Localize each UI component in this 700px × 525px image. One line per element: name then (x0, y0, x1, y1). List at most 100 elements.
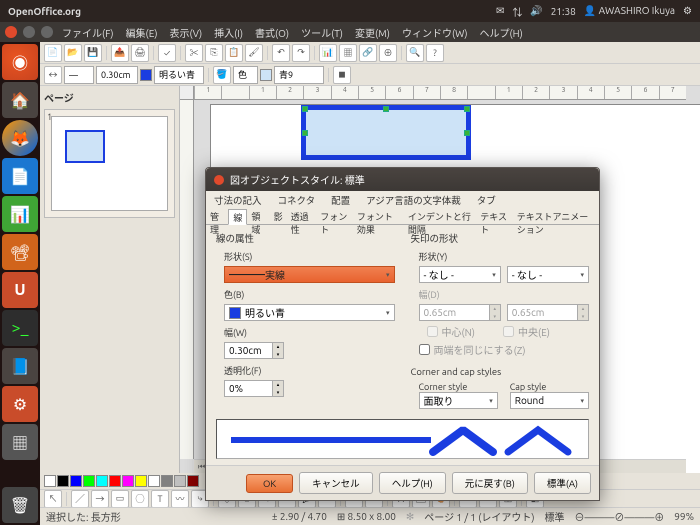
color-swatch[interactable] (122, 475, 134, 487)
tab-tab[interactable]: タブ (469, 191, 504, 209)
zoom-slider[interactable]: ⊖———⊘———⊕ (575, 509, 665, 524)
color-swatch[interactable] (148, 475, 160, 487)
help-icon[interactable]: ? (426, 44, 444, 62)
color-swatch[interactable] (174, 475, 186, 487)
dialog-titlebar[interactable]: 図オブジェクトスタイル: 標準 (206, 168, 599, 191)
tab-fonteff[interactable]: フォント効果 (353, 209, 404, 224)
user-label[interactable]: 👤 AWASHIRO Ikuya (584, 5, 675, 17)
open-icon[interactable]: 📂 (64, 44, 82, 62)
menu-help[interactable]: ヘルプ(H) (476, 23, 527, 42)
standard-button[interactable]: 標準(A) (534, 472, 591, 494)
dash-icon[interactable]: ◉ (2, 44, 38, 80)
tab-admin[interactable]: 管理 (206, 209, 228, 224)
ellipse-icon[interactable]: ◯ (131, 490, 149, 508)
line-width-spinner[interactable]: 0.30cm (96, 66, 138, 84)
firefox-icon[interactable]: 🦊 (2, 120, 38, 156)
software-icon[interactable]: U (2, 272, 38, 308)
tab-font[interactable]: フォント (316, 209, 353, 224)
fill-icon[interactable]: 🪣 (213, 66, 231, 84)
writer-icon[interactable]: 📄 (2, 158, 38, 194)
mail-icon[interactable]: ✉ (496, 5, 504, 17)
text-icon[interactable]: T (151, 490, 169, 508)
menu-window[interactable]: ウィンドウ(W) (398, 23, 472, 42)
tab-text[interactable]: テキスト (476, 209, 512, 224)
tab-dimension[interactable]: 寸法の記入 (206, 191, 270, 209)
volume-icon[interactable]: 🔊 (530, 5, 542, 17)
redo-icon[interactable]: ↷ (292, 44, 310, 62)
cancel-button[interactable]: キャンセル (299, 472, 373, 494)
nav-icon[interactable]: ⊕ (379, 44, 397, 62)
tab-line[interactable]: 線 (228, 209, 247, 225)
line-style-combo[interactable]: — (64, 66, 94, 84)
color-swatch[interactable] (44, 475, 56, 487)
home-icon[interactable]: 🏠 (2, 82, 38, 118)
line-width-spinner[interactable]: 0.30cm▴▾ (224, 342, 284, 359)
window-min-icon[interactable] (22, 25, 36, 39)
color-swatch[interactable] (109, 475, 121, 487)
menu-file[interactable]: ファイル(F) (58, 23, 118, 42)
arrow-icon[interactable]: ↔ (44, 66, 62, 84)
color-swatch[interactable] (161, 475, 173, 487)
gear-icon[interactable]: ⚙ (683, 5, 692, 17)
ok-button[interactable]: OK (246, 474, 293, 493)
tab-align[interactable]: 配置 (323, 191, 358, 209)
curve-icon[interactable]: 〰 (171, 490, 189, 508)
close-icon[interactable] (214, 175, 224, 185)
app-icon[interactable]: 📘 (2, 348, 38, 384)
export-icon[interactable]: 📤 (111, 44, 129, 62)
line-style-combo[interactable]: ━━━━ 実線▾ (224, 266, 395, 283)
menu-edit[interactable]: 編集(E) (122, 23, 162, 42)
save-icon[interactable]: 💾 (84, 44, 102, 62)
menu-view[interactable]: 表示(V) (165, 23, 206, 42)
help-button[interactable]: ヘルプ(H) (379, 472, 446, 494)
copy-icon[interactable]: ⎘ (205, 44, 223, 62)
cap-style-combo[interactable]: Round▾ (510, 392, 589, 409)
color-swatch[interactable] (187, 475, 199, 487)
terminal-icon[interactable]: >_ (2, 310, 38, 346)
line-color-combo[interactable]: 明るい青▾ (224, 304, 395, 321)
hyperlink-icon[interactable]: 🔗 (359, 44, 377, 62)
color-swatch[interactable] (57, 475, 69, 487)
zoom-icon[interactable]: 🔍 (406, 44, 424, 62)
tab-textanim[interactable]: テキストアニメーション (513, 209, 599, 224)
rect-icon[interactable]: ▭ (111, 490, 129, 508)
table-icon[interactable]: ▦ (339, 44, 357, 62)
corner-style-combo[interactable]: 面取り▾ (419, 392, 498, 409)
fill-color-combo[interactable]: 青9 (274, 66, 324, 84)
color-swatch[interactable] (135, 475, 147, 487)
tab-connector[interactable]: コネクタ (270, 191, 324, 209)
window-max-icon[interactable] (40, 25, 54, 39)
network-icon[interactable]: ⇅ (512, 4, 522, 19)
impress-icon[interactable]: 📽 (2, 234, 38, 270)
menu-insert[interactable]: 挿入(I) (210, 23, 247, 42)
revert-button[interactable]: 元に戻す(B) (452, 472, 528, 494)
arrow-right-combo[interactable]: - なし -▾ (507, 266, 589, 283)
print-icon[interactable]: 🖨 (131, 44, 149, 62)
brush-icon[interactable]: 🖌 (245, 44, 263, 62)
color-swatch[interactable] (96, 475, 108, 487)
chart-icon[interactable]: 📊 (319, 44, 337, 62)
line-color-swatch[interactable] (140, 69, 152, 81)
window-close-icon[interactable] (4, 25, 18, 39)
transp-spinner[interactable]: 0%▴▾ (224, 380, 284, 397)
line-icon[interactable]: ╱ (71, 490, 89, 508)
status-zoom[interactable]: 99% (674, 511, 694, 522)
color-swatch[interactable] (70, 475, 82, 487)
color-swatch[interactable] (83, 475, 95, 487)
tab-trans[interactable]: 透過性 (287, 209, 317, 224)
tab-shadow[interactable]: 影 (270, 209, 287, 224)
shadow-icon[interactable]: ◼ (333, 66, 351, 84)
tab-indent[interactable]: インデントと行間隔 (404, 209, 476, 224)
tab-asian[interactable]: アジア言語の文字体裁 (358, 191, 469, 209)
cut-icon[interactable]: ✂ (185, 44, 203, 62)
menu-tools[interactable]: ツール(T) (297, 23, 347, 42)
new-icon[interactable]: 📄 (44, 44, 62, 62)
arrow-left-combo[interactable]: - なし -▾ (419, 266, 501, 283)
page-thumb-1[interactable]: 1 (44, 109, 175, 218)
workspace-icon[interactable]: ▦ (2, 424, 38, 460)
sync-cbx[interactable]: 両端を同じにする(Z) (411, 342, 590, 357)
menu-format[interactable]: 書式(O) (251, 23, 293, 42)
paste-icon[interactable]: 📋 (225, 44, 243, 62)
rectangle-shape[interactable] (301, 105, 471, 160)
undo-icon[interactable]: ↶ (272, 44, 290, 62)
